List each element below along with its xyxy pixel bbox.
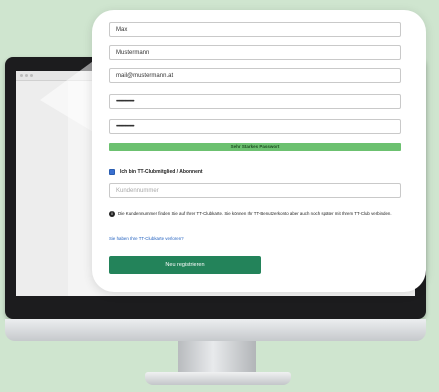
- email-field[interactable]: mail@mustermann.at: [109, 68, 401, 83]
- lost-card-link[interactable]: Sie haben Ihre TT-Clubkarte verloren?: [109, 236, 184, 241]
- info-note: i Die Kundennummer finden Sie auf Ihrer …: [109, 210, 407, 217]
- member-checkbox-label: Ich bin TT-Clubmitglied / Abonnent: [120, 169, 203, 175]
- register-button[interactable]: Neu registrieren: [109, 256, 261, 274]
- last-name-field[interactable]: Mustermann: [109, 45, 401, 60]
- customer-number-input[interactable]: Kundennummer: [109, 183, 401, 198]
- password-field[interactable]: ••••••••••••••••: [109, 94, 401, 109]
- first-name-field[interactable]: Max: [109, 22, 401, 37]
- callout: Max Mustermann mail@mustermann.at ••••••…: [0, 0, 439, 392]
- password-strength-bar: Sehr Starkes Passwort: [109, 143, 401, 151]
- member-checkbox-row[interactable]: Ich bin TT-Clubmitglied / Abonnent: [109, 167, 203, 177]
- info-icon: i: [109, 211, 115, 217]
- info-text: Die Kundennummer finden Sie auf Ihrer TT…: [118, 211, 392, 216]
- member-checkbox[interactable]: [109, 169, 115, 175]
- password-repeat-field[interactable]: ••••••••••••••••: [109, 119, 401, 134]
- registration-form: Max Mustermann mail@mustermann.at ••••••…: [92, 10, 426, 292]
